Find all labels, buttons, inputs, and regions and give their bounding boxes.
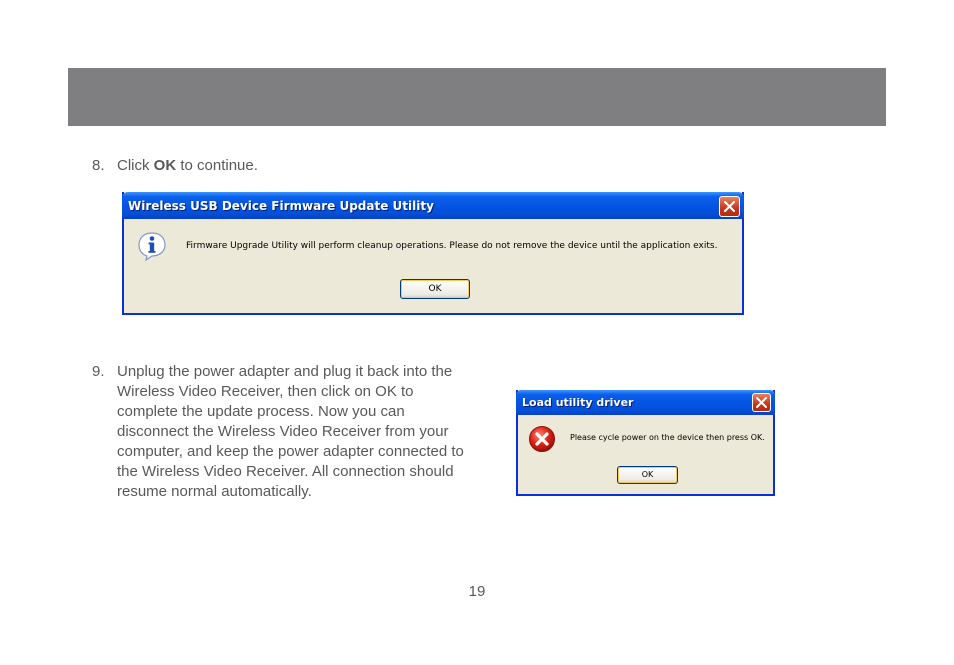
dialog-titlebar[interactable]: Wireless USB Device Firmware Update Util… (122, 192, 744, 219)
close-button[interactable] (752, 393, 771, 412)
close-button[interactable] (719, 196, 740, 217)
dialog-message: Please cycle power on the device then pr… (570, 433, 765, 442)
dialog-message: Firmware Upgrade Utility will perform cl… (186, 241, 718, 251)
dialog-titlebar[interactable]: Load utility driver (516, 390, 775, 415)
error-icon (528, 425, 556, 458)
ok-button[interactable]: OK (400, 279, 470, 299)
step-number: 9. (92, 363, 105, 380)
dialog-title: Wireless USB Device Firmware Update Util… (128, 199, 434, 213)
step-text: Click OK to continue. (117, 157, 258, 174)
info-icon (136, 230, 168, 267)
ok-emphasis: OK (153, 157, 177, 174)
firmware-update-dialog: Wireless USB Device Firmware Update Util… (122, 192, 744, 315)
step-text: Unplug the power adapter and plug it bac… (117, 363, 464, 500)
page-number: 19 (468, 583, 486, 600)
close-icon (756, 397, 767, 408)
header-bar (68, 68, 886, 126)
step-number: 8. (92, 157, 105, 174)
ok-button[interactable]: OK (617, 466, 678, 484)
close-icon (724, 201, 735, 212)
dialog-title: Load utility driver (522, 396, 634, 409)
load-utility-driver-dialog: Load utility driver Please cycle power o… (516, 390, 775, 496)
